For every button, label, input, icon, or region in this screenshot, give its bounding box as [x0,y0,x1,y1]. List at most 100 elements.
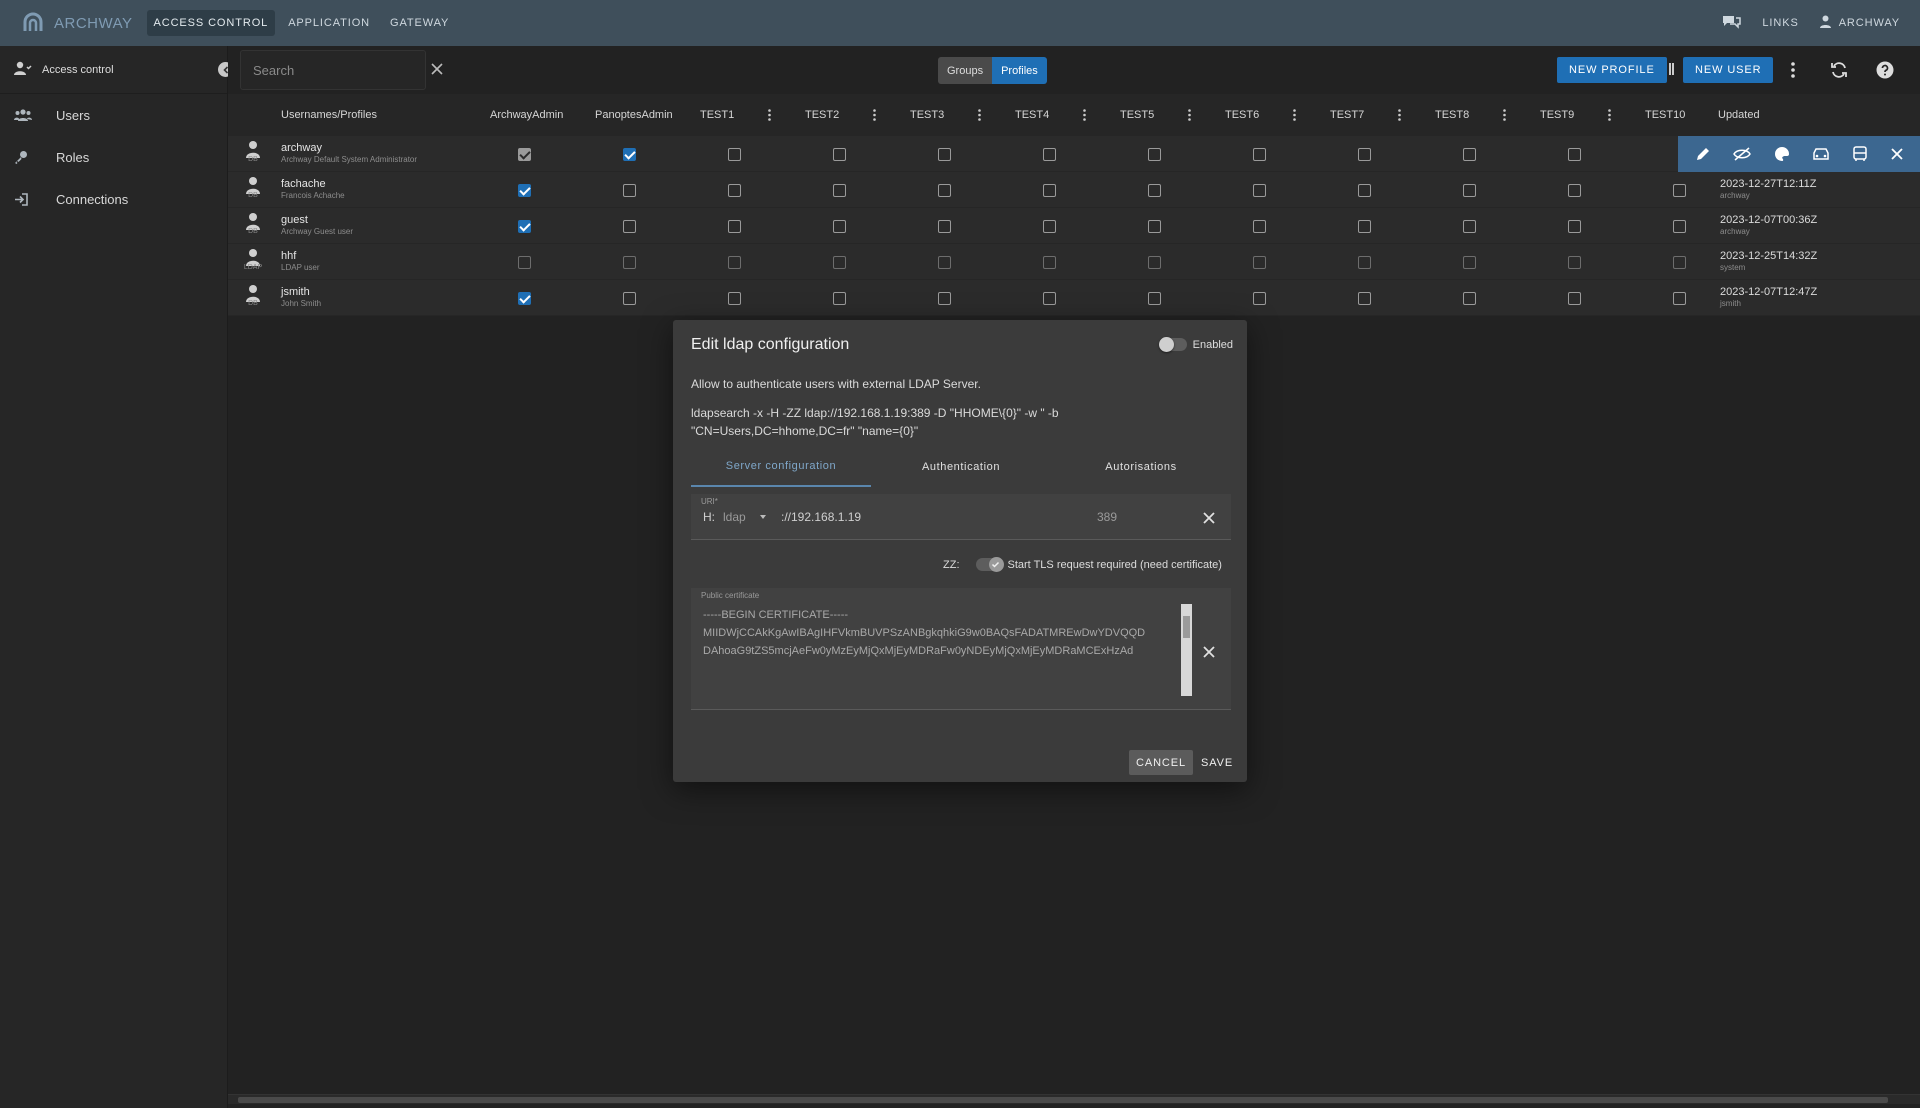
profile-checkbox[interactable] [1253,256,1266,269]
profile-checkbox[interactable] [938,292,951,305]
user-menu[interactable]: ARCHWAY [1819,15,1900,31]
certificate-scrollbar[interactable] [1181,604,1192,696]
column-menu-icon[interactable] [1608,94,1611,136]
profile-checkbox[interactable] [518,184,531,197]
refresh-icon[interactable] [1828,59,1850,81]
nav-gateway[interactable]: GATEWAY [383,10,456,36]
tab-server-configuration[interactable]: Server configuration [691,447,871,487]
profile-checkbox[interactable] [833,256,846,269]
help-icon[interactable] [1874,59,1896,81]
uri-host-input[interactable]: ://192.168.1.19 [781,510,861,524]
nav-access-control[interactable]: ACCESS CONTROL [146,10,276,36]
profile-checkbox[interactable] [1358,148,1371,161]
header-test8[interactable]: TEST8 [1435,94,1469,136]
links-menu[interactable]: LINKS [1762,17,1798,29]
toggle-groups[interactable]: Groups [938,57,993,84]
enabled-switch[interactable] [1158,337,1187,352]
search-input[interactable] [251,61,431,79]
profile-checkbox[interactable] [728,184,741,197]
profile-checkbox[interactable] [1043,184,1056,197]
table-row[interactable]: DB guest Archway Guest user 2023-12-07T00:3… [228,208,1920,244]
header-updated[interactable]: Updated [1718,94,1760,136]
hide-password-icon[interactable] [1733,147,1752,161]
profile-checkbox[interactable] [518,220,531,233]
column-menu-icon[interactable] [978,94,981,136]
profile-checkbox[interactable] [623,292,636,305]
header-test9[interactable]: TEST9 [1540,94,1574,136]
profile-checkbox[interactable] [1148,184,1161,197]
profile-checkbox[interactable] [1148,292,1161,305]
uri-port-input[interactable]: 389 [1097,510,1117,524]
profile-checkbox[interactable] [1673,220,1686,233]
profile-checkbox[interactable] [1358,292,1371,305]
profile-checkbox[interactable] [1043,292,1056,305]
profile-checkbox[interactable] [1358,184,1371,197]
table-row[interactable]: DB jsmith John Smith 2023-12-07T12:47Z jsmit… [228,280,1920,316]
profile-checkbox[interactable] [1148,256,1161,269]
profile-checkbox[interactable] [1673,256,1686,269]
header-test10[interactable]: TEST10 [1645,94,1685,136]
profile-checkbox[interactable] [1253,184,1266,197]
new-user-button[interactable]: NEW USER [1683,57,1774,83]
profile-checkbox[interactable] [1568,220,1581,233]
profile-checkbox[interactable] [623,220,636,233]
table-row[interactable]: DB archway Archway Default System Administ… [228,136,1920,172]
header-test3[interactable]: TEST3 [910,94,944,136]
car-icon[interactable] [1812,147,1830,161]
toggle-profiles[interactable]: Profiles [992,57,1047,84]
column-menu-icon[interactable] [1398,94,1401,136]
profile-checkbox[interactable] [1148,220,1161,233]
sidebar-item-users[interactable]: Users [0,94,227,136]
profile-checkbox[interactable] [1568,148,1581,161]
profile-checkbox[interactable] [833,292,846,305]
profile-checkbox[interactable] [1463,184,1476,197]
header-usernames[interactable]: Usernames/Profiles [281,94,377,136]
profile-checkbox[interactable] [833,220,846,233]
profile-checkbox[interactable] [1043,220,1056,233]
profile-checkbox[interactable] [938,184,951,197]
header-test1[interactable]: TEST1 [700,94,734,136]
profile-checkbox[interactable] [1253,292,1266,305]
column-menu-icon[interactable] [1293,94,1296,136]
clear-certificate-icon[interactable] [1203,646,1215,658]
sidebar-item-roles[interactable]: Roles [0,136,227,178]
profile-checkbox[interactable] [1358,256,1371,269]
tab-authentication[interactable]: Authentication [871,447,1051,487]
profile-checkbox[interactable] [1463,292,1476,305]
uri-scheme-select[interactable]: ldap [723,510,781,524]
profile-checkbox[interactable] [623,256,636,269]
header-test2[interactable]: TEST2 [805,94,839,136]
profile-checkbox[interactable] [518,148,531,161]
column-menu-icon[interactable] [1188,94,1191,136]
new-profile-button[interactable]: NEW PROFILE [1557,57,1667,83]
profile-checkbox[interactable] [1673,292,1686,305]
profile-checkbox[interactable] [833,148,846,161]
profile-checkbox[interactable] [1673,184,1686,197]
clear-search-icon[interactable] [431,62,443,78]
profile-checkbox[interactable] [1568,256,1581,269]
header-test7[interactable]: TEST7 [1330,94,1364,136]
header-test6[interactable]: TEST6 [1225,94,1259,136]
profile-checkbox[interactable] [518,292,531,305]
table-row[interactable]: LDAP hhf LDAP user 2023-12-25T14:32Z system [228,244,1920,280]
horizontal-scrollbar[interactable] [228,1094,1920,1104]
header-test5[interactable]: TEST5 [1120,94,1154,136]
profile-checkbox[interactable] [623,184,636,197]
profile-checkbox[interactable] [1253,148,1266,161]
cancel-button[interactable]: CANCEL [1129,750,1194,775]
bus-icon[interactable] [1852,146,1868,162]
profile-checkbox[interactable] [1568,184,1581,197]
profile-checkbox[interactable] [938,148,951,161]
tab-autorisations[interactable]: Autorisations [1051,447,1231,487]
profile-checkbox[interactable] [1463,220,1476,233]
profile-checkbox[interactable] [938,256,951,269]
header-panoptesadmin[interactable]: PanoptesAdmin [595,94,673,136]
profile-checkbox[interactable] [728,220,741,233]
header-archwayadmin[interactable]: ArchwayAdmin [490,94,563,136]
table-row[interactable]: DB fachache Francois Achache 2023-12-27T12:… [228,172,1920,208]
tls-switch[interactable] [975,557,1004,572]
chat-icon[interactable] [1722,14,1742,33]
clear-uri-icon[interactable] [1203,512,1215,524]
profile-checkbox[interactable] [1253,220,1266,233]
header-test4[interactable]: TEST4 [1015,94,1049,136]
